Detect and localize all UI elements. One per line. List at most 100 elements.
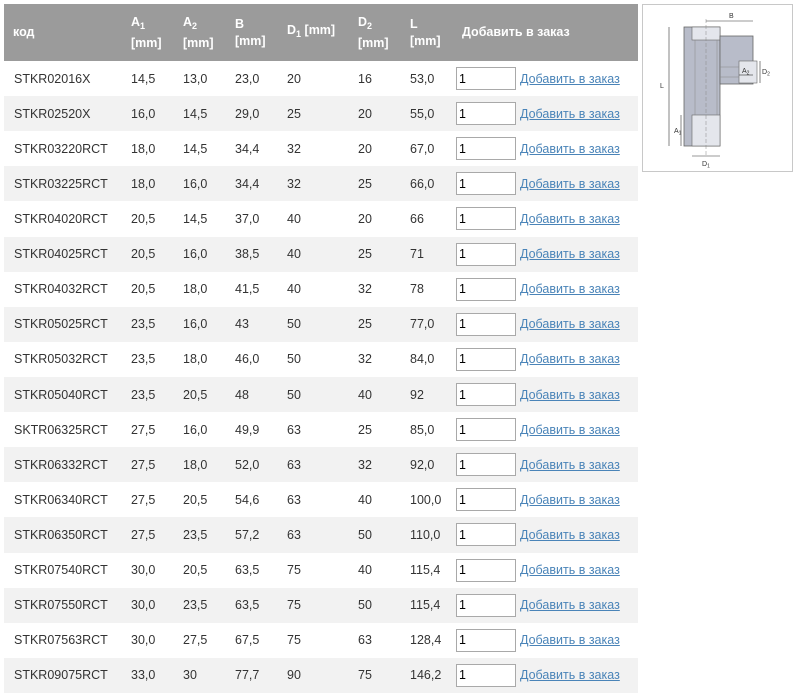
add-to-order-link[interactable]: Добавить в заказ [520, 423, 620, 437]
table-row: STKR03220RCT18,014,534,4322067,0 Добавить… [4, 131, 638, 167]
cell-a2: 14,5 [173, 131, 225, 167]
header-d2-label: D [358, 14, 368, 29]
cell-d2: 20 [348, 131, 400, 167]
cell-b: 63,5 [225, 587, 277, 623]
cell-b: 34,4 [225, 131, 277, 167]
quantity-input[interactable] [456, 593, 516, 617]
cell-d2: 63 [348, 622, 400, 658]
header-d1-label: D [287, 23, 297, 37]
add-to-order-link[interactable]: Добавить в заказ [520, 563, 620, 577]
quantity-input[interactable] [456, 242, 516, 266]
header-a1-subscript: 1 [140, 20, 146, 31]
quantity-input[interactable] [456, 347, 516, 371]
cell-d1: 75 [277, 552, 348, 588]
add-to-order-link[interactable]: Добавить в заказ [520, 458, 620, 472]
quantity-input[interactable] [456, 137, 516, 161]
add-to-order-link[interactable]: Добавить в заказ [520, 388, 620, 402]
cell-l: 66 [400, 201, 452, 237]
add-to-order-link[interactable]: Добавить в заказ [520, 247, 620, 261]
cell-a2: 20,5 [173, 552, 225, 588]
cell-a1: 33,0 [121, 657, 173, 693]
cell-code: STKR03225RCT [4, 166, 121, 202]
add-to-order-link[interactable]: Добавить в заказ [520, 142, 620, 156]
quantity-input[interactable] [456, 418, 516, 442]
cell-d1: 40 [277, 236, 348, 272]
cell-a2: 14,5 [173, 96, 225, 132]
quantity-input[interactable] [456, 663, 516, 687]
cell-d1: 50 [277, 376, 348, 413]
header-d2-unit: [mm] [358, 35, 389, 50]
fitting-drawing: B L A1 A2 D2 D1 [660, 13, 770, 170]
quantity-input[interactable] [456, 312, 516, 336]
add-to-order-link[interactable]: Добавить в заказ [520, 177, 620, 191]
add-to-order-link[interactable]: Добавить в заказ [520, 633, 620, 647]
cell-l: 128,4 [400, 622, 452, 658]
table-row: STKR05040RCT23,520,548504092 Добавить в з… [4, 376, 638, 413]
cell-order: Добавить в заказ [452, 482, 638, 518]
table-row: STKR07563RCT30,027,567,57563128,4 Добавит… [4, 622, 638, 658]
quantity-input[interactable] [456, 383, 516, 407]
cell-code: STKR02520X [4, 96, 121, 132]
quantity-input[interactable] [456, 628, 516, 652]
cell-order: Добавить в заказ [452, 306, 638, 342]
dim-d2-label: D2 [762, 69, 770, 78]
cell-code: STKR07563RCT [4, 622, 121, 658]
cell-a2: 30 [173, 657, 225, 693]
add-to-order-link[interactable]: Добавить в заказ [520, 352, 620, 366]
cell-d2: 25 [348, 306, 400, 342]
cell-code: STKR04032RCT [4, 271, 121, 307]
cell-d2: 20 [348, 96, 400, 132]
cell-d1: 25 [277, 96, 348, 132]
cell-d1: 20 [277, 61, 348, 97]
table-row: STKR07550RCT30,023,563,57550115,4 Добавит… [4, 587, 638, 623]
cell-order: Добавить в заказ [452, 587, 638, 623]
add-to-order-link[interactable]: Добавить в заказ [520, 212, 620, 226]
cell-b: 49,9 [225, 412, 277, 448]
add-to-order-link[interactable]: Добавить в заказ [520, 528, 620, 542]
quantity-input[interactable] [456, 172, 516, 196]
header-code: код [4, 4, 121, 61]
add-to-order-link[interactable]: Добавить в заказ [520, 282, 620, 296]
cell-d2: 16 [348, 61, 400, 97]
cell-a2: 16,0 [173, 412, 225, 448]
quantity-input[interactable] [456, 207, 516, 231]
cell-d2: 32 [348, 447, 400, 483]
cell-d2: 20 [348, 201, 400, 237]
add-to-order-link[interactable]: Добавить в заказ [520, 317, 620, 331]
quantity-input[interactable] [456, 277, 516, 301]
cell-a1: 27,5 [121, 517, 173, 553]
quantity-input[interactable] [456, 102, 516, 126]
table-row: STKR06340RCT27,520,554,66340100,0 Добавит… [4, 482, 638, 518]
cell-b: 63,5 [225, 552, 277, 588]
cell-d1: 63 [277, 517, 348, 553]
cell-l: 55,0 [400, 96, 452, 132]
cell-d2: 75 [348, 657, 400, 693]
header-d2: D2 [mm] [348, 4, 400, 61]
quantity-input[interactable] [456, 67, 516, 91]
table-row: STKR04025RCT20,516,038,5402571 Добавить в… [4, 236, 638, 272]
cell-a2: 14,5 [173, 201, 225, 237]
cell-d1: 75 [277, 622, 348, 658]
add-to-order-link[interactable]: Добавить в заказ [520, 107, 620, 121]
cell-order: Добавить в заказ [452, 517, 638, 553]
add-to-order-link[interactable]: Добавить в заказ [520, 493, 620, 507]
cell-l: 110,0 [400, 517, 452, 553]
cell-d1: 90 [277, 657, 348, 693]
cell-d1: 50 [277, 341, 348, 377]
cell-d2: 40 [348, 482, 400, 518]
cell-l: 71 [400, 236, 452, 272]
quantity-input[interactable] [456, 488, 516, 512]
cell-a2: 16,0 [173, 236, 225, 272]
quantity-input[interactable] [456, 523, 516, 547]
quantity-input[interactable] [456, 558, 516, 582]
quantity-input[interactable] [456, 453, 516, 477]
add-to-order-link[interactable]: Добавить в заказ [520, 72, 620, 86]
table-row: STKR05025RCT23,516,043502577,0 Добавить в… [4, 306, 638, 342]
cell-l: 77,0 [400, 306, 452, 342]
add-to-order-link[interactable]: Добавить в заказ [520, 668, 620, 682]
table-row: STKR05032RCT23,518,046,0503284,0 Добавить… [4, 341, 638, 377]
cell-a1: 23,5 [121, 341, 173, 377]
header-b: B [mm] [225, 4, 277, 61]
table-row: STKR06350RCT27,523,557,26350110,0 Добавит… [4, 517, 638, 553]
add-to-order-link[interactable]: Добавить в заказ [520, 598, 620, 612]
